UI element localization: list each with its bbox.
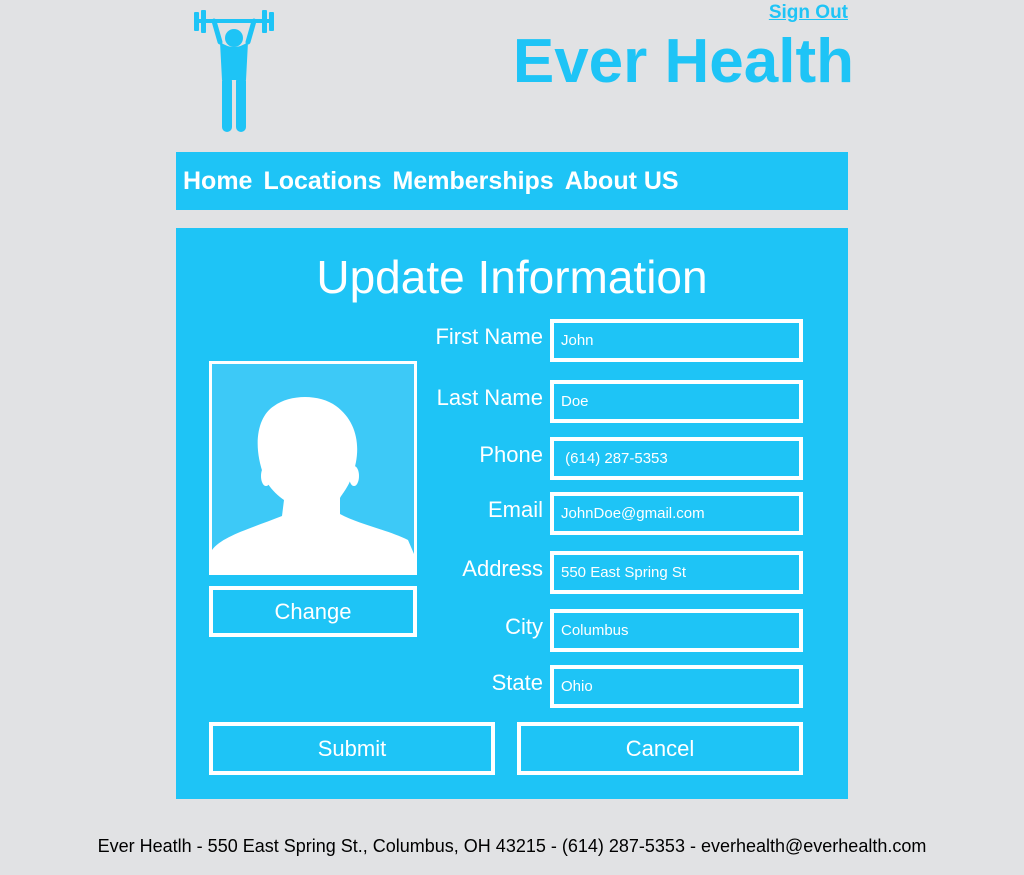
- update-information-panel: Update Information Change First Name Las…: [176, 228, 848, 799]
- nav-item-memberships[interactable]: Memberships: [393, 167, 554, 196]
- address-input[interactable]: [550, 551, 803, 594]
- first-name-input[interactable]: [550, 319, 803, 362]
- sign-out-link[interactable]: Sign Out: [769, 2, 848, 24]
- city-input[interactable]: [550, 609, 803, 652]
- state-label: State: [491, 670, 543, 695]
- city-label: City: [505, 614, 543, 639]
- person-silhouette-icon: [212, 397, 414, 572]
- profile-photo: [209, 361, 417, 575]
- change-photo-button[interactable]: Change: [209, 586, 417, 637]
- last-name-label: Last Name: [436, 385, 543, 410]
- email-input[interactable]: [550, 492, 803, 535]
- nav-item-locations[interactable]: Locations: [263, 167, 381, 196]
- address-label: Address: [462, 556, 543, 581]
- first-name-label: First Name: [435, 324, 543, 349]
- footer-contact: Ever Heatlh - 550 East Spring St., Colum…: [97, 836, 927, 856]
- main-nav: Home Locations Memberships About US: [176, 152, 848, 210]
- nav-item-about-us[interactable]: About US: [565, 167, 679, 196]
- nav-item-home[interactable]: Home: [183, 167, 252, 196]
- panel-title: Update Information: [316, 251, 708, 303]
- weightlifter-icon: [194, 10, 274, 132]
- cancel-button[interactable]: Cancel: [517, 722, 803, 775]
- last-name-input[interactable]: [550, 380, 803, 423]
- email-label: Email: [487, 497, 543, 522]
- state-input[interactable]: [550, 665, 803, 708]
- site-title: Ever Health: [512, 27, 854, 96]
- phone-label: Phone: [479, 442, 543, 467]
- submit-button[interactable]: Submit: [209, 722, 495, 775]
- phone-input[interactable]: [550, 437, 803, 480]
